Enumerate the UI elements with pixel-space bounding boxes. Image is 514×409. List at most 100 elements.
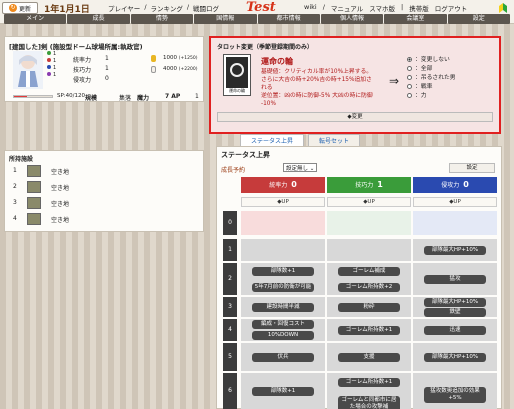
nav-battlelog-link[interactable]: 戦闘ログ [193, 3, 219, 13]
tarot-option[interactable]: ：吊るされた男 [407, 74, 456, 83]
skill-pill: 猛攻数奥追加の効果+5% [424, 386, 486, 403]
site-logo[interactable]: Test [246, 0, 276, 15]
skill-pill: 編成・回復コスト [252, 320, 314, 329]
blue-orb-icon [47, 65, 51, 69]
row-level-number: 2 [223, 263, 237, 295]
red-orb-icon [47, 58, 51, 62]
skill-pill: 建設時間半減 [252, 302, 314, 312]
row-level-number: 5 [223, 343, 237, 371]
tarot-desc-line: -10% [261, 101, 276, 107]
facilities-panel: 所持施設 1 空き地 2 空き地 3 空き地 4 空き地 [4, 150, 204, 232]
tab-growth[interactable]: 成長 [67, 14, 130, 24]
orb-count: 1 [53, 65, 57, 71]
tarot-description: 基礎値：クリティカル率が10%上昇する。 さらに大吉の時+20%吉の時+15%追… [261, 68, 387, 108]
column-header-leadership: 統率力 0 [241, 177, 325, 193]
facility-image[interactable] [27, 213, 41, 225]
magic-label: 魔力 [137, 95, 150, 102]
plan-set-button[interactable]: 設定 [449, 163, 495, 173]
column-header-technique: 技巧力 1 [327, 177, 411, 193]
tarot-option[interactable]: ：力 [407, 92, 456, 101]
radio-icon[interactable] [407, 84, 412, 89]
tarot-title: タロット変更（季節登録期間のみ） [217, 44, 314, 51]
wheel-icon [230, 63, 244, 77]
top-nav-left: プレイヤー / ランキング / 戦闘ログ [108, 3, 219, 13]
nav-manual-link[interactable]: マニュアル [331, 3, 363, 13]
tarot-change-panel: タロット変更（季節登録期間のみ） 運命の輪 運命の輪 基礎値：クリティカル率が1… [209, 36, 501, 134]
radio-icon[interactable] [407, 75, 412, 80]
refresh-button[interactable]: ↻ 更新 [2, 2, 38, 14]
stat-label: 技巧力 [73, 67, 92, 74]
tab-meeting[interactable]: 会議室 [384, 14, 447, 24]
skill-pill: 5年7月前の防衛が可能 [252, 282, 314, 292]
facility-number: 2 [13, 183, 17, 190]
ap-label: 7 AP [165, 93, 181, 100]
purple-orb-icon [47, 72, 51, 76]
facilities-title: 所持施設 [9, 156, 34, 163]
green-orb-icon [47, 51, 51, 55]
tarot-change-button[interactable]: ◆変更 [217, 112, 493, 122]
player-title: [建国した]剣 (施設型ドーム球場所属:執政官) [9, 43, 143, 51]
technique-up-button[interactable]: ◆UP [327, 197, 411, 207]
tab-title-set[interactable]: 転号セット [308, 134, 361, 146]
row-level-number: 6 [223, 373, 237, 409]
rice-icon [151, 66, 156, 73]
facility-image[interactable] [27, 181, 41, 193]
status-up-panel: ステータス上昇 成長予約 設定無し ⌄ 設定 統率力 0 技巧力 1 侵攻力 0 ◆U… [216, 146, 502, 409]
skill-pill: 鉄壁 [424, 307, 486, 317]
gold-amount: 1000 (+1250) [163, 55, 198, 61]
stat-label: 統率力 [73, 57, 92, 64]
skill-pill: 支援 [338, 352, 400, 362]
tab-city[interactable]: 都市情報 [257, 14, 320, 24]
facility-image[interactable] [27, 165, 41, 177]
refresh-label: 更新 [18, 5, 31, 13]
stat-value: 1 [105, 55, 109, 62]
tab-settings[interactable]: 設定 [447, 14, 510, 24]
arrow-icon: ⇒ [389, 74, 400, 88]
invasion-up-button[interactable]: ◆UP [413, 197, 497, 207]
top-bar: ↻ 更新 1年1月1日 プレイヤー / ランキング / 戦闘ログ Test wi… [0, 0, 514, 24]
skill-pill: 10%DOWN [252, 331, 314, 340]
tab-situation[interactable]: 情勢 [130, 14, 194, 24]
leadership-up-button[interactable]: ◆UP [241, 197, 325, 207]
facility-label: 空き地 [51, 169, 70, 176]
radio-checked-icon[interactable] [407, 57, 412, 62]
radio-icon[interactable] [407, 93, 412, 98]
rice-amount: 4000 (+2200) [163, 66, 198, 72]
tab-main[interactable]: メイン [4, 14, 67, 24]
skill-pill: 粉砕 [338, 302, 400, 312]
nav-wiki-link[interactable]: wiki [304, 3, 317, 13]
nav-ranking-link[interactable]: ランキング [151, 3, 183, 13]
tarot-desc-line: 逆位置：凶の時に防御-5% 大凶の時に防御 [261, 93, 373, 99]
nav-player-link[interactable]: プレイヤー [108, 3, 140, 13]
skill-pill: 部隊数+1 [252, 386, 314, 396]
row-level-number: 0 [223, 211, 237, 235]
grid-cell [327, 211, 411, 235]
facility-number: 3 [13, 199, 17, 206]
tab-country[interactable]: 国情報 [194, 14, 257, 24]
facility-image[interactable] [27, 197, 41, 209]
facility-label: 空き地 [51, 201, 70, 208]
tab-status-up[interactable]: ステータス上昇 [240, 134, 305, 146]
nav-logout-link[interactable]: ログアウト [435, 3, 468, 13]
nav-smartphone-link[interactable]: スマホ版 [369, 3, 395, 13]
nav-mobile-link[interactable]: 携帯版 [409, 3, 429, 13]
radio-icon[interactable] [407, 66, 412, 71]
stat-label: 侵攻力 [73, 77, 92, 84]
tarot-option[interactable]: ：戦車 [407, 83, 456, 92]
nav-separator: | [401, 3, 404, 11]
tab-personal[interactable]: 個人情報 [320, 14, 384, 24]
main-tab-bar: メイン 成長 情勢 国情報 都市情報 個人情報 会議室 設定 [0, 14, 514, 24]
orb-count: 1 [53, 51, 57, 57]
orb-count: 1 [53, 72, 57, 78]
grid-cell [327, 239, 411, 261]
grid-cell [241, 239, 325, 261]
stat-value: 1 [105, 65, 109, 72]
tarot-option[interactable]: ：全部 [407, 65, 456, 74]
skill-pill: 部隊最大HP+10% [424, 352, 486, 362]
skill-pill: ゴーレム補成 [338, 266, 400, 276]
plan-select[interactable]: 設定無し ⌄ [283, 163, 317, 172]
tarot-desc-line: さらに大吉の時+20%吉の時+15%追加さ [261, 77, 372, 83]
skill-pill: 猛攻 [424, 274, 486, 284]
facility-label: 空き地 [51, 217, 70, 224]
tarot-option[interactable]: ：変更しない [407, 56, 456, 65]
